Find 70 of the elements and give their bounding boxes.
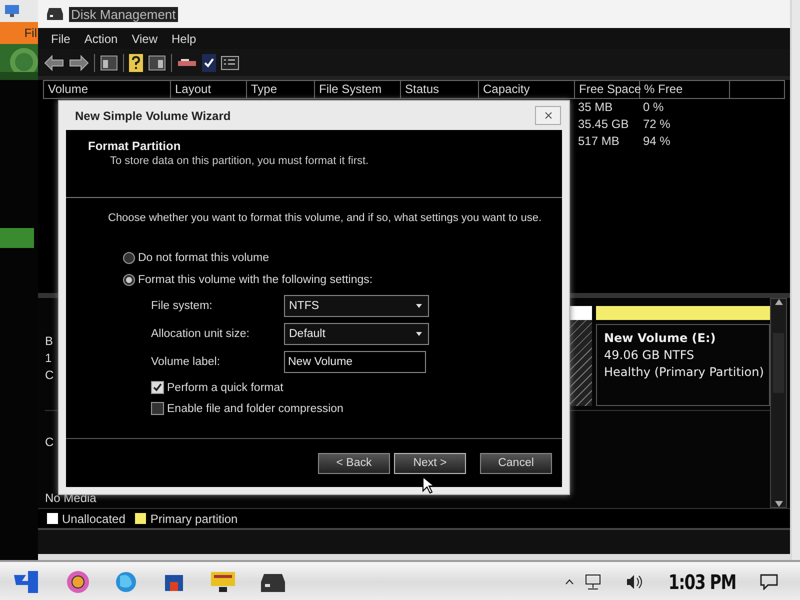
wizard-button[interactable]: Cancel	[480, 452, 552, 474]
partition-size: 49.06 GB NTFS	[604, 348, 696, 362]
menu-item[interactable]: Help	[164, 32, 204, 46]
column-header[interactable]: % Free	[640, 80, 730, 98]
disk-label: C	[45, 435, 55, 450]
volume-icon[interactable]	[626, 574, 644, 590]
partition-block[interactable]: New Volume (E:) 49.06 GB NTFS Healthy (Primary Partition)	[596, 324, 770, 406]
table-cell-text: 35 MB	[578, 98, 614, 116]
dropdown[interactable]: NTFS	[284, 295, 429, 317]
dropdown[interactable]: Default	[284, 323, 429, 345]
panel-icon[interactable]	[100, 54, 118, 71]
radio-option[interactable]: Format this volume with the following settings:	[123, 274, 556, 286]
column-header[interactable]: Free Space	[575, 80, 640, 98]
back-icon[interactable]	[44, 54, 64, 71]
instruction-text: Choose whether you want to format this volume, and if so, what settings you want to use.	[108, 212, 543, 224]
column-header[interactable]: Type	[247, 80, 315, 98]
partition-bar	[570, 306, 592, 320]
browser-icon[interactable]	[66, 570, 90, 594]
menu-item[interactable]: Action	[77, 32, 125, 46]
column-header[interactable]: Capacity	[479, 80, 575, 98]
table-cell-text: 72 %	[643, 116, 672, 133]
close-icon	[544, 112, 552, 119]
column-header[interactable]: Status	[401, 80, 479, 98]
column-header[interactable]: File System	[315, 80, 401, 98]
drive-icon	[47, 7, 63, 22]
scrollbar[interactable]	[770, 298, 787, 508]
partition-status: Healthy (Primary Partition)	[604, 365, 762, 379]
disk-label: 1	[45, 351, 53, 366]
wizard-button[interactable]: Next >	[394, 452, 466, 474]
radio-option[interactable]: Do not format this volume	[123, 252, 556, 264]
disk-label: B	[45, 334, 54, 349]
monitor-icon[interactable]	[210, 570, 236, 594]
side-tab[interactable]: Fil	[0, 22, 38, 44]
clock[interactable]: 1:03 PM	[668, 570, 736, 594]
partition-name: New Volume (E:)	[604, 331, 717, 345]
notification-icon[interactable]	[760, 574, 778, 590]
setting-label: Allocation unit size:	[151, 328, 250, 340]
help-icon[interactable]	[129, 54, 143, 72]
caret-icon[interactable]	[564, 579, 574, 585]
page-heading: Format Partition	[88, 139, 182, 153]
network-icon[interactable]	[584, 574, 602, 590]
checkbox-option[interactable]: Perform a quick format	[151, 381, 556, 394]
input-field[interactable]: New Volume	[284, 351, 426, 373]
legend-label: Primary partition	[150, 512, 238, 526]
setting-label: Volume label:	[151, 356, 222, 368]
check-icon[interactable]	[202, 54, 216, 72]
scroll-up-icon[interactable]	[774, 299, 782, 305]
table-cell-text: 35.45 GB	[578, 116, 630, 133]
table-cell-text: 517 MB	[578, 132, 620, 150]
panel-icon[interactable]	[148, 54, 166, 71]
unallocated-space[interactable]	[570, 320, 592, 406]
console-icon[interactable]	[221, 56, 239, 70]
menu-item[interactable]: File	[44, 32, 78, 46]
close-button[interactable]	[535, 106, 561, 125]
menu-item[interactable]: View	[124, 32, 164, 46]
forward-icon[interactable]	[69, 54, 89, 71]
page-subheading: To store data on this partition, you must format it first.	[109, 155, 370, 167]
dialog-title: New Simple Volume Wizard	[75, 108, 231, 122]
table-cell-text: 0 %	[643, 98, 665, 116]
column-header[interactable]: Volume	[44, 80, 171, 98]
disk-label: C	[45, 368, 55, 383]
legend-label: Unallocated	[62, 512, 126, 526]
setting-label: File system:	[151, 300, 214, 312]
check-mark-icon	[152, 382, 163, 393]
computer-icon[interactable]	[4, 4, 20, 18]
table-cell-text: 94 %	[643, 132, 672, 150]
column-header[interactable]: Layout	[171, 80, 247, 98]
checkbox-option[interactable]: Enable file and folder compression	[151, 402, 556, 415]
wizard-button[interactable]: < Back	[318, 452, 390, 474]
window-title: Disk Management	[69, 6, 178, 22]
